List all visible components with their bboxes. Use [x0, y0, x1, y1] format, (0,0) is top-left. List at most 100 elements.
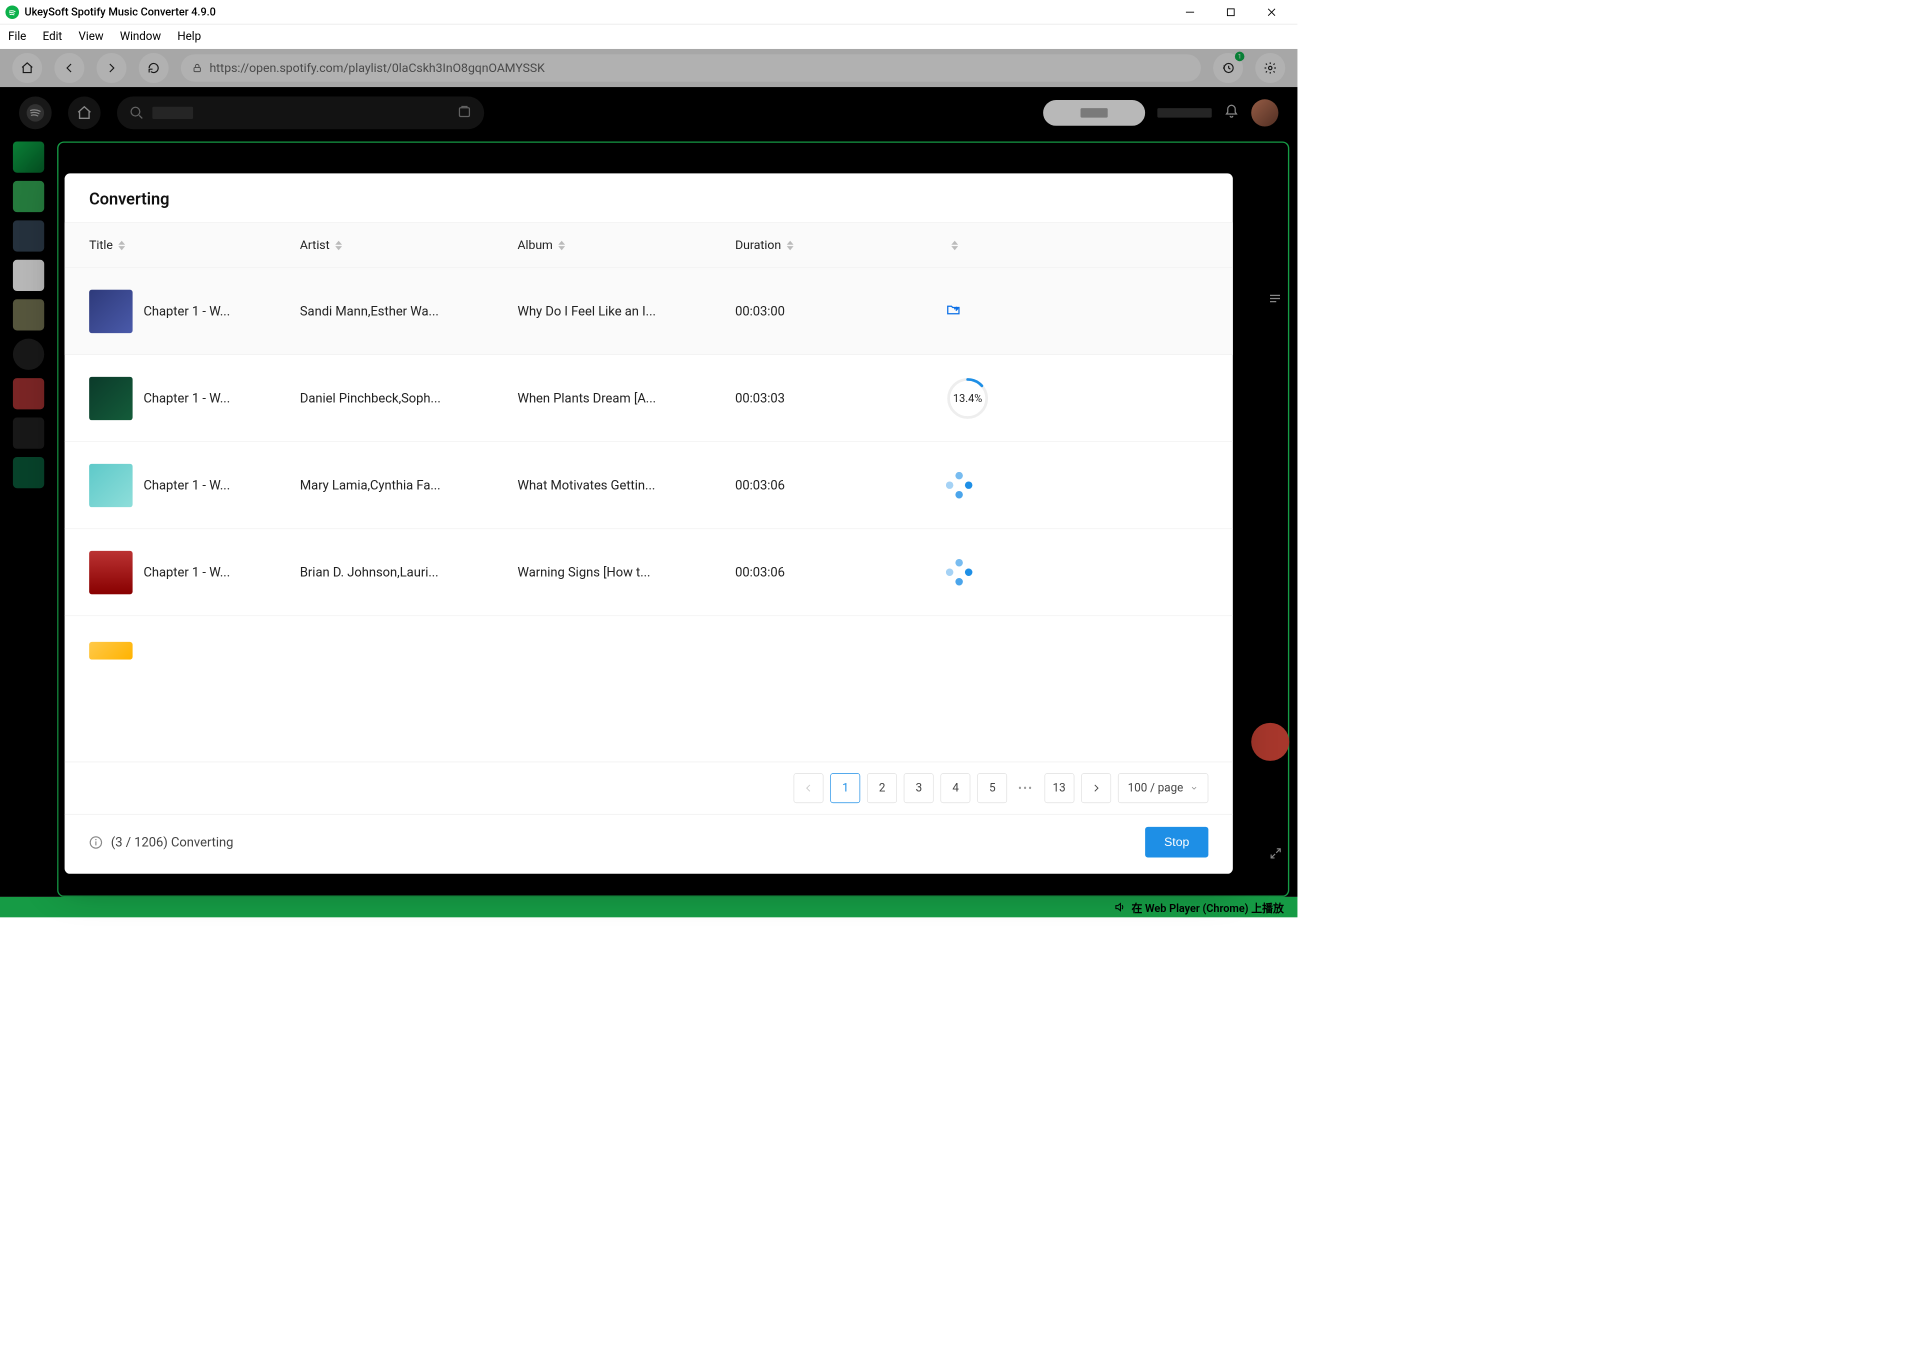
cell-artist: Mary Lamia,Cynthia Fa...	[300, 477, 518, 493]
play-bar-text: 在 Web Player (Chrome) 上播放	[1131, 899, 1283, 915]
dialog-title: Converting	[65, 173, 1233, 223]
window-close-button[interactable]	[1251, 0, 1292, 24]
page-next-button[interactable]	[1081, 773, 1111, 803]
table-row: Chapter 1 - W...Mary Lamia,Cynthia Fa...…	[65, 442, 1233, 529]
column-header-duration[interactable]: Duration	[735, 238, 946, 252]
album-cover	[89, 463, 133, 507]
queue-icon[interactable]	[1268, 291, 1283, 309]
expand-icon[interactable]	[1269, 847, 1283, 863]
lock-icon	[192, 63, 203, 74]
menu-bar: File Edit View Window Help	[0, 24, 1297, 48]
table-header: Title Artist Album Duration	[65, 223, 1233, 268]
column-header-album[interactable]: Album	[517, 238, 735, 252]
menu-window[interactable]: Window	[120, 30, 161, 44]
browse-icon	[457, 104, 472, 119]
spotify-home-button[interactable]	[68, 97, 101, 130]
window-minimize-button[interactable]	[1170, 0, 1211, 24]
menu-edit[interactable]: Edit	[43, 30, 63, 44]
page-4-button[interactable]: 4	[941, 773, 971, 803]
cell-title: Chapter 1 - W...	[143, 303, 279, 319]
cell-album: Why Do I Feel Like an I...	[517, 303, 735, 319]
gear-icon	[1263, 61, 1277, 75]
column-header-title[interactable]: Title	[89, 238, 300, 252]
cell-status	[946, 302, 1055, 320]
browser-toolbar: https://open.spotify.com/playlist/0laCsk…	[0, 49, 1297, 87]
progress-text: 13.4%	[946, 376, 990, 420]
table-row: Chapter 1 - W...Daniel Pinchbeck,Soph...…	[65, 355, 1233, 442]
pagination: 1 2 3 4 5 ••• 13 100 / page	[65, 762, 1233, 814]
menu-help[interactable]: Help	[177, 30, 201, 44]
cell-duration: 00:03:06	[735, 477, 946, 493]
dialog-footer: (3 / 1206) Converting Stop	[65, 814, 1233, 874]
cell-artist: Daniel Pinchbeck,Soph...	[300, 390, 518, 406]
chevron-down-icon	[1190, 784, 1198, 792]
sidebar-thumb[interactable]	[13, 418, 44, 449]
cell-duration: 00:03:00	[735, 303, 946, 319]
album-cover	[89, 642, 133, 660]
page-3-button[interactable]: 3	[904, 773, 934, 803]
history-button[interactable]: 1	[1213, 53, 1243, 83]
table-body[interactable]: Chapter 1 - W...Sandi Mann,Esther Wa...W…	[65, 268, 1233, 762]
reload-button[interactable]	[139, 53, 169, 83]
chevron-left-icon	[803, 783, 814, 794]
table-row: Chapter 1 - W... Sandi Mann,Esther Wa...W…	[65, 268, 1233, 355]
sidebar-thumb[interactable]	[13, 260, 44, 291]
sidebar-thumb[interactable]	[13, 181, 44, 212]
menu-file[interactable]: File	[8, 30, 26, 44]
stop-button[interactable]: Stop	[1145, 827, 1208, 858]
user-avatar[interactable]	[1251, 99, 1278, 126]
forward-button[interactable]	[97, 53, 127, 83]
play-bar: 在 Web Player (Chrome) 上播放	[0, 897, 1297, 917]
sidebar-thumb[interactable]	[13, 457, 44, 488]
cell-album: Warning Signs [How t...	[517, 564, 735, 580]
page-1-button[interactable]: 1	[831, 773, 861, 803]
floating-add-button[interactable]	[1251, 723, 1289, 761]
spotify-logo[interactable]	[19, 97, 52, 130]
sidebar-thumb[interactable]	[13, 220, 44, 251]
cell-duration: 00:03:06	[735, 564, 946, 580]
spotify-upgrade-pill[interactable]	[1043, 100, 1145, 126]
sidebar-thumb[interactable]	[13, 299, 44, 330]
spotify-search-bar[interactable]	[117, 97, 484, 130]
cell-artist: Sandi Mann,Esther Wa...	[300, 303, 518, 319]
url-text: https://open.spotify.com/playlist/0laCsk…	[209, 61, 544, 75]
window-maximize-button[interactable]	[1210, 0, 1251, 24]
column-header-status[interactable]	[946, 238, 1055, 252]
sidebar-library-icon[interactable]	[13, 141, 44, 172]
settings-button[interactable]	[1255, 53, 1285, 83]
progress-ring: 13.4%	[946, 376, 990, 420]
open-folder-icon[interactable]	[946, 302, 1041, 320]
cell-status	[946, 559, 1055, 586]
history-badge-count: 1	[1235, 52, 1245, 62]
page-last-button[interactable]: 13	[1044, 773, 1074, 803]
url-bar[interactable]: https://open.spotify.com/playlist/0laCsk…	[181, 54, 1201, 81]
menu-view[interactable]: View	[79, 30, 104, 44]
back-button[interactable]	[54, 53, 84, 83]
converting-dialog: Converting Title Artist Album Duration C…	[65, 173, 1233, 873]
page-size-select[interactable]: 100 / page	[1118, 773, 1209, 803]
page-size-label: 100 / page	[1128, 781, 1183, 795]
sidebar-thumb[interactable]	[13, 339, 44, 370]
page-5-button[interactable]: 5	[977, 773, 1007, 803]
page-prev-button[interactable]	[794, 773, 824, 803]
loading-indicator	[946, 559, 973, 586]
loading-indicator	[946, 472, 973, 499]
album-cover	[89, 289, 133, 333]
cell-album: What Motivates Gettin...	[517, 477, 735, 493]
album-cover	[89, 376, 133, 420]
page-ellipsis[interactable]: •••	[1014, 782, 1037, 795]
info-icon	[89, 835, 103, 849]
notification-bell-icon[interactable]	[1224, 104, 1239, 122]
column-header-artist[interactable]: Artist	[300, 238, 518, 252]
app-title: UkeySoft Spotify Music Converter 4.9.0	[24, 5, 215, 18]
table-row: Chapter 1 - W...Brian D. Johnson,Lauri..…	[65, 529, 1233, 616]
title-bar: UkeySoft Spotify Music Converter 4.9.0	[0, 0, 1297, 24]
speaker-icon	[1114, 901, 1126, 913]
home-button[interactable]	[12, 53, 42, 83]
cell-duration: 00:03:03	[735, 390, 946, 406]
page-2-button[interactable]: 2	[867, 773, 897, 803]
search-icon	[129, 105, 144, 120]
sidebar-thumb[interactable]	[13, 378, 44, 409]
cell-artist: Brian D. Johnson,Lauri...	[300, 564, 518, 580]
cell-status	[946, 472, 1055, 499]
